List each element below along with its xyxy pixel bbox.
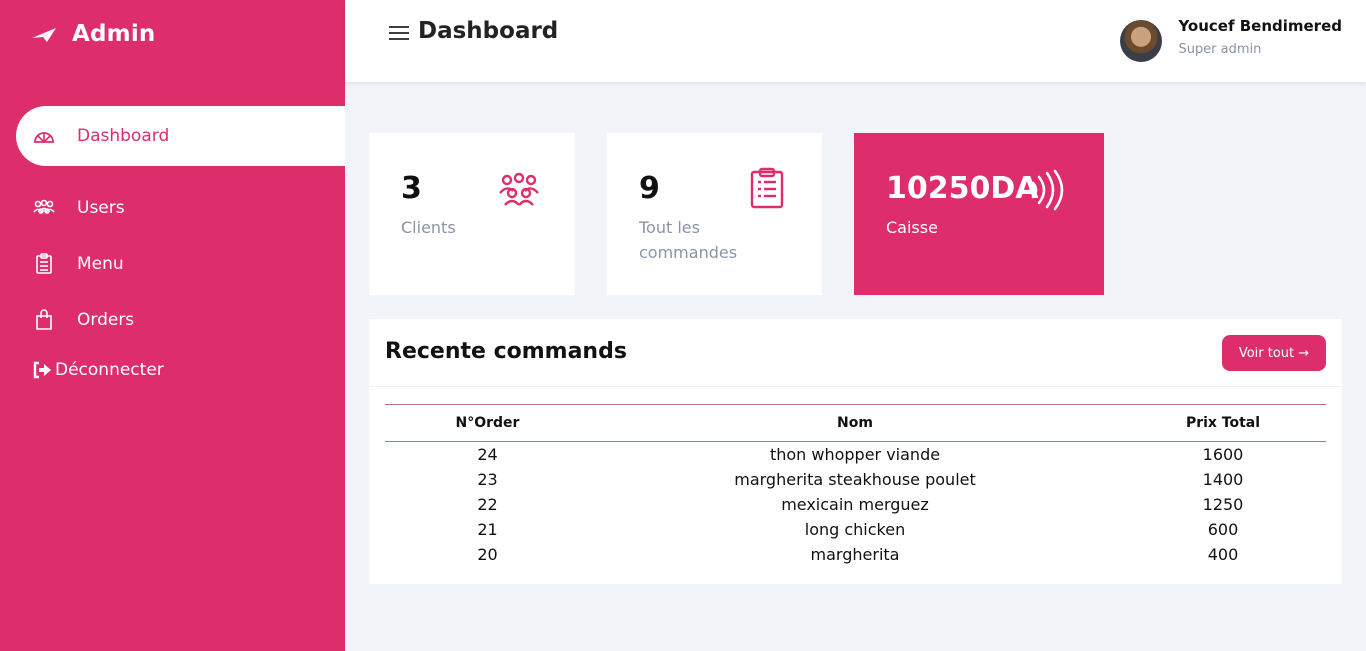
order-number-cell: 20	[477, 544, 498, 564]
brand-title: Admin	[72, 21, 156, 47]
view-all-button[interactable]: Voir tout →	[1222, 335, 1326, 371]
clients-label: Clients	[401, 218, 456, 237]
user-role: Super admin	[1178, 42, 1262, 57]
dashboard-icon	[33, 125, 55, 147]
user-profile[interactable]: Youcef Bendimered Super admin	[1120, 17, 1342, 65]
clipboard-icon	[33, 253, 55, 275]
table-row: 24 thon whopper viande 1600	[385, 442, 1326, 467]
order-name-cell: long chicken	[804, 519, 906, 539]
avatar[interactable]	[1120, 20, 1163, 62]
brand[interactable]: Admin	[30, 18, 156, 50]
order-number-cell: 23	[477, 469, 498, 489]
hamburger-menu-icon[interactable]	[388, 22, 410, 44]
logout-button[interactable]: Déconnecter	[32, 360, 164, 380]
order-total-cell: 1600	[1202, 445, 1244, 465]
sidebar-item-label: Users	[77, 198, 125, 218]
order-name-cell: thon whopper viande	[769, 445, 941, 465]
table-row: 20 margherita 400	[385, 542, 1326, 567]
users-icon	[33, 197, 55, 219]
table-row: 22 mexicain merguez 1250	[385, 492, 1326, 517]
sidebar-item-dashboard[interactable]: Dashboard	[16, 106, 345, 166]
sidebar-item-menu[interactable]: Menu	[0, 236, 345, 292]
sidebar-item-orders[interactable]: Orders	[0, 292, 345, 348]
order-name-cell: mexicain merguez	[781, 494, 929, 514]
paper-plane-logo-icon	[32, 28, 56, 42]
recent-orders-header: Recente commands Voir tout →	[369, 319, 1342, 387]
recent-orders-panel: Recente commands Voir tout → N°Order Nom…	[369, 319, 1342, 584]
recent-orders-title: Recente commands	[385, 339, 627, 364]
orders-card: 9 Tout les commandes	[607, 133, 822, 295]
contactless-icon	[1031, 169, 1064, 211]
user-name: Youcef Bendimered	[1178, 17, 1342, 35]
sign-out-icon	[32, 360, 52, 380]
order-number-cell: 22	[477, 494, 498, 514]
orders-count: 9	[639, 171, 660, 206]
table-row: 23 margherita steakhouse poulet 1400	[385, 467, 1326, 492]
table-header-row: N°Order Nom Prix Total	[385, 404, 1326, 442]
logout-label: Déconnecter	[55, 360, 164, 380]
clients-card: 3 Clients	[369, 133, 575, 295]
recent-orders-table: N°Order Nom Prix Total 24 thon whopper v…	[385, 404, 1326, 567]
order-total-cell: 1400	[1202, 469, 1244, 489]
column-header-total: Prix Total	[1185, 415, 1261, 431]
column-header-name: Nom	[837, 415, 873, 431]
shopping-bag-icon	[33, 309, 55, 331]
order-name-cell: margherita	[810, 544, 900, 564]
sidebar-item-label: Menu	[77, 254, 124, 274]
order-total-cell: 400	[1207, 544, 1239, 564]
column-header-order: N°Order	[455, 415, 520, 431]
order-number-cell: 24	[477, 445, 498, 465]
sidebar-nav: Dashboard Users Menu Orders	[0, 106, 345, 348]
table-row: 21 long chicken 600	[385, 517, 1326, 542]
page-title: Dashboard	[418, 18, 559, 44]
order-total-cell: 1250	[1202, 494, 1244, 514]
sidebar-item-label: Dashboard	[77, 126, 170, 146]
clipboard-icon	[750, 167, 784, 209]
caisse-card: 10250DA Caisse	[854, 133, 1104, 295]
orders-label: Tout les commandes	[639, 218, 738, 262]
clients-count: 3	[401, 171, 422, 206]
sidebar-item-label: Orders	[77, 310, 135, 330]
caisse-amount: 10250DA	[886, 171, 1039, 206]
order-number-cell: 21	[477, 519, 498, 539]
top-header: Dashboard Youcef Bendimered Super admin	[345, 0, 1366, 82]
sidebar-item-users[interactable]: Users	[0, 180, 345, 236]
order-name-cell: margherita steakhouse poulet	[734, 469, 976, 489]
caisse-label: Caisse	[886, 218, 938, 237]
sidebar: Admin Dashboard Users Menu Orders Déconn…	[0, 0, 345, 651]
order-total-cell: 600	[1207, 519, 1239, 539]
users-icon	[499, 172, 539, 206]
